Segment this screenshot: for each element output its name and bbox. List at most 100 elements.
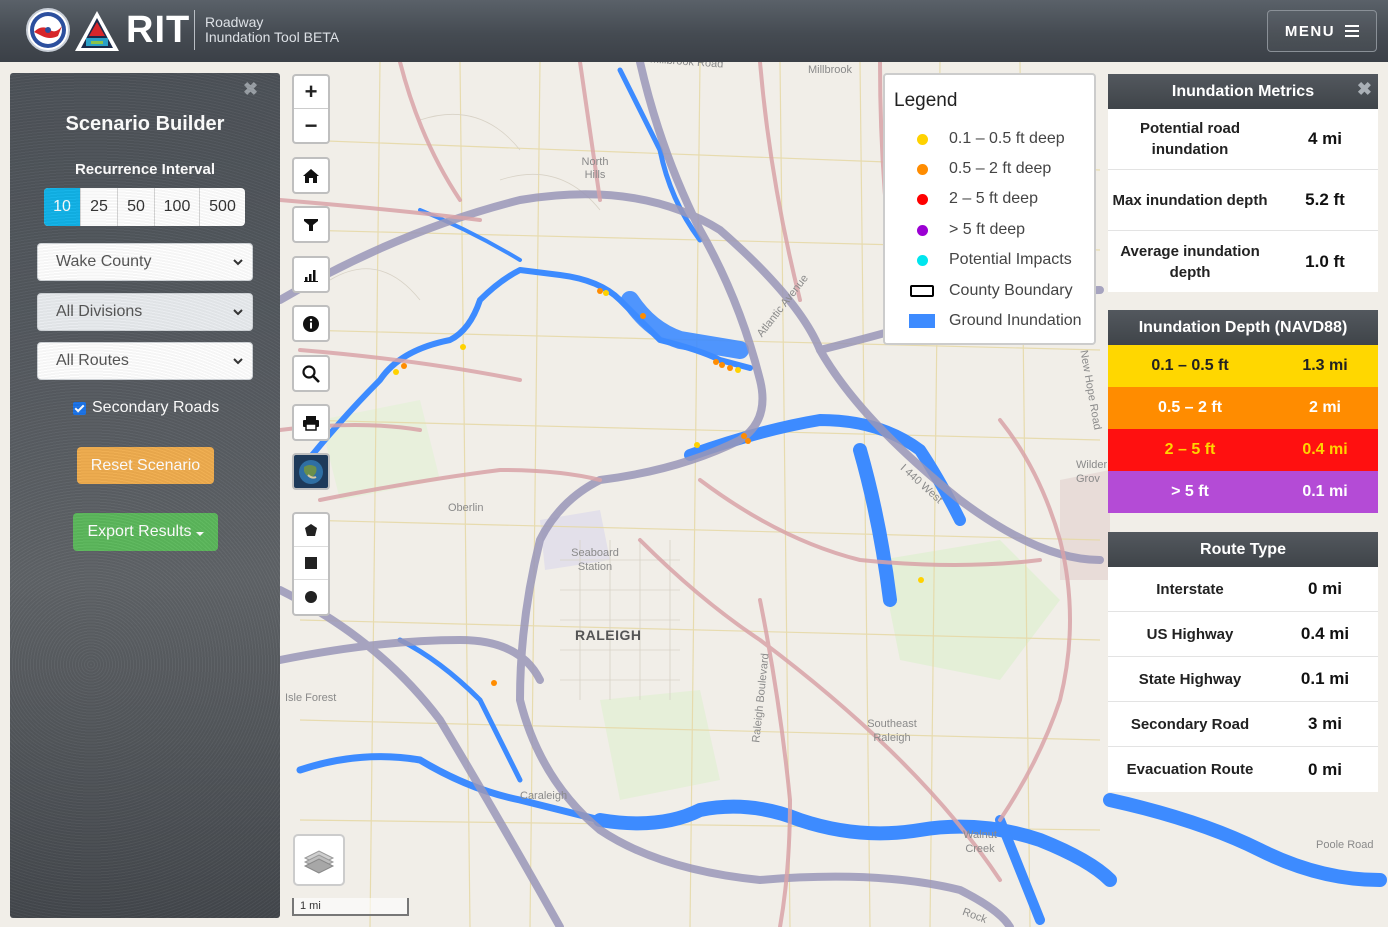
zoom-in-button[interactable]: + — [294, 76, 328, 109]
division-select-value: All Divisions — [56, 303, 143, 320]
export-results-button[interactable]: Export Results — [73, 513, 218, 551]
route-label: State Highway — [1138, 670, 1242, 688]
division-select[interactable]: All Divisions — [37, 293, 253, 331]
metric-row: Potential road inundation 4 mi — [1108, 109, 1378, 170]
map-label-wilder-grove: Wilder Grov — [1076, 459, 1108, 485]
red-dot-icon — [916, 193, 928, 205]
reset-scenario-button[interactable]: Reset Scenario — [77, 447, 214, 484]
route-select[interactable]: All Routes — [37, 342, 253, 380]
legend-item: Ground Inundation — [907, 312, 1082, 330]
secondary-roads-label: Secondary Roads — [92, 399, 220, 416]
route-select-value: All Routes — [56, 352, 129, 369]
legend-item: County Boundary — [907, 282, 1073, 300]
inundation-depth-header: Inundation Depth (NAVD88) — [1108, 310, 1378, 345]
map-label-north-hills: North Hills — [581, 156, 609, 181]
route-label: US Highway — [1146, 625, 1234, 643]
county-select-value: Wake County — [56, 253, 152, 270]
metric-label: Potential road inundation — [1139, 120, 1240, 158]
draw-polygon-button[interactable] — [294, 514, 328, 547]
route-row: State Highway 0.1 mi — [1108, 657, 1378, 702]
polygon-icon — [305, 524, 317, 536]
legend-item-label: 2 – 5 ft deep — [949, 190, 1038, 207]
metric-label: Max inundation depth — [1112, 191, 1268, 209]
draw-circle-button[interactable] — [294, 580, 328, 613]
metric-row: Max inundation depth 5.2 ft — [1108, 170, 1378, 231]
route-type-title: Route Type — [1200, 540, 1286, 558]
chart-button[interactable] — [292, 256, 330, 293]
close-icon[interactable]: ✖ — [243, 79, 258, 100]
depth-row: 0.1 – 0.5 ft 1.3 mi — [1108, 345, 1378, 387]
yellow-dot-icon — [916, 133, 928, 145]
secondary-roads-checkbox[interactable] — [73, 401, 86, 415]
legend-item: 2 – 5 ft deep — [907, 190, 1038, 208]
scenario-builder-panel: ✖ Scenario Builder Recurrence Interval 1… — [10, 73, 280, 918]
recurrence-interval-label: Recurrence Interval — [74, 161, 216, 178]
depth-label: 0.1 – 0.5 ft — [1151, 357, 1229, 374]
route-label: Evacuation Route — [1126, 761, 1254, 778]
recurrence-option-50[interactable]: 50 — [118, 188, 155, 226]
metric-value: 5.2 ft — [1305, 190, 1345, 209]
home-button[interactable] — [292, 157, 330, 194]
route-row: Interstate 0 mi — [1108, 567, 1378, 612]
route-value: 0.4 mi — [1300, 624, 1350, 643]
close-icon[interactable]: ✖ — [1357, 79, 1372, 100]
search-button[interactable] — [292, 355, 330, 392]
depth-label: > 5 ft — [1171, 483, 1209, 500]
info-button[interactable] — [292, 305, 330, 342]
depth-row: > 5 ft 0.1 mi — [1108, 471, 1378, 513]
app-subtitle: Roadway Inundation Tool BETA — [205, 15, 339, 45]
orange-dot-icon — [916, 163, 928, 175]
route-type-panel: Route Type Interstate 0 mi US Highway 0.… — [1108, 532, 1378, 792]
legend-title: Legend — [894, 90, 958, 111]
square-icon — [305, 557, 317, 569]
map-label-poole-road: Poole Road — [1316, 839, 1374, 851]
depth-value: 0.4 mi — [1302, 441, 1348, 458]
legend-item-label: 0.5 – 2 ft deep — [949, 160, 1052, 177]
recurrence-option-10[interactable]: 10 — [44, 188, 81, 226]
map-label-isle-forest: Isle Forest — [285, 692, 337, 704]
inundation-metrics-header: Inundation Metrics ✖ — [1108, 74, 1378, 109]
metric-value: 1.0 ft — [1305, 251, 1345, 271]
legend-item: > 5 ft deep — [907, 221, 1025, 239]
ncdot-seal-logo — [26, 8, 70, 52]
map-label-caraleigh: Caraleigh — [520, 790, 568, 802]
route-type-header: Route Type — [1108, 532, 1378, 567]
zoom-out-button[interactable]: − — [294, 109, 328, 142]
chevron-down-icon — [233, 259, 243, 266]
purple-dot-icon — [916, 224, 928, 236]
recurrence-option-25[interactable]: 25 — [81, 188, 118, 226]
top-navbar: RIT Roadway Inundation Tool BETA MENU — [0, 0, 1388, 62]
brand-divider — [194, 10, 195, 50]
route-label: Secondary Road — [1130, 715, 1250, 733]
filter-icon — [304, 218, 318, 231]
filter-button[interactable] — [292, 206, 330, 243]
legend-item-label: County Boundary — [949, 282, 1073, 299]
legend-item: Potential Impacts — [907, 251, 1072, 269]
inundation-metrics-panel: Inundation Metrics ✖ Potential road inun… — [1108, 74, 1378, 292]
map-label-southeast-raleigh: Southeast Raleigh — [867, 718, 917, 744]
menu-button[interactable]: MENU — [1267, 10, 1377, 52]
route-row: US Highway 0.4 mi — [1108, 612, 1378, 657]
print-icon — [303, 415, 319, 431]
legend-item-label: Potential Impacts — [949, 251, 1072, 268]
depth-label: 2 – 5 ft — [1164, 441, 1216, 458]
secondary-roads-row: Secondary Roads — [73, 399, 219, 417]
route-row: Secondary Road 3 mi — [1108, 702, 1378, 747]
depth-label: 0.5 – 2 ft — [1157, 399, 1223, 416]
county-select[interactable]: Wake County — [37, 243, 253, 281]
zoom-control: + − — [292, 74, 330, 144]
basemap-toggle[interactable] — [292, 453, 330, 490]
cyan-dot-icon — [916, 254, 928, 266]
map-label-oberlin: Oberlin — [448, 502, 484, 514]
recurrence-option-100[interactable]: 100 — [155, 188, 200, 226]
draw-rectangle-button[interactable] — [294, 547, 328, 580]
layers-button[interactable] — [293, 834, 345, 886]
route-label: Interstate — [1156, 580, 1224, 598]
metric-row: Average inundation depth 1.0 ft — [1108, 231, 1378, 292]
menu-label: MENU — [1284, 22, 1336, 40]
recurrence-option-500[interactable]: 500 — [200, 188, 245, 226]
map-label-raleigh: RALEIGH — [575, 627, 642, 643]
subtitle-line-2: Inundation Tool BETA — [205, 29, 340, 45]
map-label-walnut-creek: Walnut Creek — [963, 829, 997, 855]
print-button[interactable] — [292, 404, 330, 441]
